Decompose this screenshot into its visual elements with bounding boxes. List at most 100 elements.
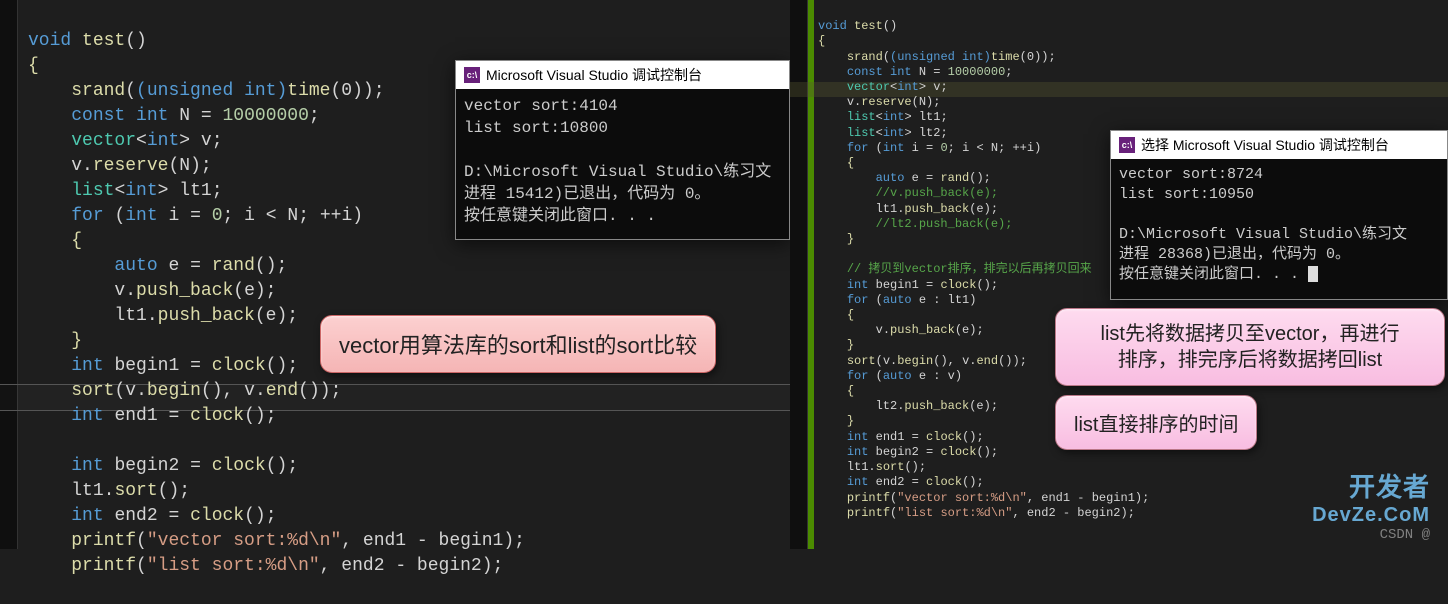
id-lt1b: lt1 [114,306,146,326]
r-clock4: clock [926,475,962,489]
r-end2b: end2 [1027,506,1056,520]
op-eq: = [190,106,222,126]
r-e: e [912,171,919,185]
type-list: list [71,181,114,201]
out-vec-right: vector sort:8724 [1119,166,1263,183]
callout-r1-line1: list先将数据拷贝至vector，再进行 [1074,321,1426,347]
r-printf2: printf [847,506,890,520]
kw-int8: int [71,506,103,526]
r-lt2b: lt2 [876,399,898,413]
console-body-left: vector sort:4104 list sort:10800 D:\Micr… [456,89,789,233]
r-end2: end2 [876,475,905,489]
fn-reserve: reserve [93,156,169,176]
id-e: e [168,256,179,276]
r-end1: end1 [876,430,905,444]
console-window-left[interactable]: c:\ Microsoft Visual Studio 调试控制台 vector… [455,60,790,240]
arg-e2: (e) [255,306,287,326]
kw-int2: int [147,131,179,151]
id-v: v [201,131,212,151]
gutter2-left [18,0,28,549]
r-list2: list [847,126,876,140]
r-int: int [890,65,912,79]
id-lt1c: lt1 [71,481,103,501]
op-lt: < [266,206,277,226]
r-N2: N [991,141,998,155]
op-minus: - [406,531,438,551]
r-reserve: reserve [861,95,911,109]
keyword-void: void [28,31,71,51]
r-pb: push_back [904,202,969,216]
r-fmtv: "vector sort:%d\n" [897,491,1027,505]
fn-clock3: clock [212,456,266,476]
r-cast: (unsigned int) [890,50,991,64]
r-for: for [847,141,869,155]
r-clock: clock [940,278,976,292]
watermark-csdn: CSDN @ [1380,527,1430,543]
r-printf: printf [847,491,890,505]
watermark: 开发者 DevZe.CoM CSDN @ [1312,467,1430,543]
fn-end: end [266,381,298,401]
r-i: i [912,141,919,155]
fn-pb: push_back [136,281,233,301]
out-key-right: 按任意键关闭此窗口. . . [1119,266,1308,283]
r-pb2: push_back [890,323,955,337]
callout-right-2: list直接排序的时间 [1055,395,1257,450]
code-content-right[interactable]: void test() { srand((unsigned int)time(0… [818,4,1149,536]
num-0: 0 [212,206,223,226]
arg-N: (N) [168,156,200,176]
r-auto: auto [876,171,905,185]
fn-time: time [287,81,330,101]
r-lt1: lt1 [919,110,941,124]
r-clock2: clock [926,430,962,444]
fn-pb2: push_back [158,306,255,326]
id-lt1: lt1 [179,181,211,201]
r-inc: ++i [1012,141,1034,155]
r-v4: v [883,354,890,368]
console-title-right: 选择 Microsoft Visual Studio 调试控制台 [1141,135,1389,155]
r-v6: v [948,369,955,383]
fn-clock: clock [212,356,266,376]
callout-r2-text: list直接排序的时间 [1074,414,1238,436]
fmt-list: "list sort:%d\n" [147,556,320,576]
id-v2: v [71,156,82,176]
callout-left-text: vector用算法库的sort和list的sort比较 [339,333,697,358]
zero-call: (0) [331,81,363,101]
callout-left: vector用算法库的sort和list的sort比较 [320,315,716,373]
arg-e: (e) [233,281,265,301]
out-proc-right: 进程 28368)已退出，代码为 0。 [1119,246,1350,263]
id-begin2b: begin2 [417,556,482,576]
r-int8: int [847,445,869,459]
callout-r1-line2: 排序，排完序后将数据拷回list [1074,347,1426,373]
id-end2: end2 [114,506,157,526]
r-vpb-cmt: //v.push_back(e); [876,186,998,200]
r-begin: begin [897,354,933,368]
op-inc: ++i [320,206,352,226]
r-lt2pb-cmt: //lt2.push_back(e); [876,217,1013,231]
r-rand: rand [940,171,969,185]
left-panel: void test() { srand((unsigned int)time(0… [0,0,790,549]
type-vector: vector [71,131,136,151]
fn-ltsort: sort [114,481,157,501]
r-void: void [818,19,847,33]
r-end: end [976,354,998,368]
console-window-right[interactable]: c:\ 选择 Microsoft Visual Studio 调试控制台 vec… [1110,130,1448,300]
console-titlebar-left[interactable]: c:\ Microsoft Visual Studio 调试控制台 [456,61,789,89]
console-titlebar-right[interactable]: c:\ 选择 Microsoft Visual Studio 调试控制台 [1111,131,1447,159]
out-key-left: 按任意键关闭此窗口. . . [464,207,656,225]
kw-auto: auto [114,256,157,276]
id-N: N [179,106,190,126]
r-int5: int [883,141,905,155]
r-test: test [854,19,883,33]
out-path-right: D:\Microsoft Visual Studio\练习文 [1119,226,1407,243]
code-content-left[interactable]: void test() { srand((unsigned int)time(0… [28,4,525,604]
kw-int4: int [125,206,157,226]
kw-for: for [71,206,103,226]
kw-const: const [71,106,125,126]
r-N: N [919,65,926,79]
out-path-left: D:\Microsoft Visual Studio\练习文 [464,163,771,181]
op-minus2: - [385,556,417,576]
right-panel: void test() { srand((unsigned int)time(0… [790,0,1448,549]
id-end1b: end1 [363,531,406,551]
console-title-left: Microsoft Visual Studio 调试控制台 [486,65,702,85]
r-begin2: begin2 [876,445,919,459]
